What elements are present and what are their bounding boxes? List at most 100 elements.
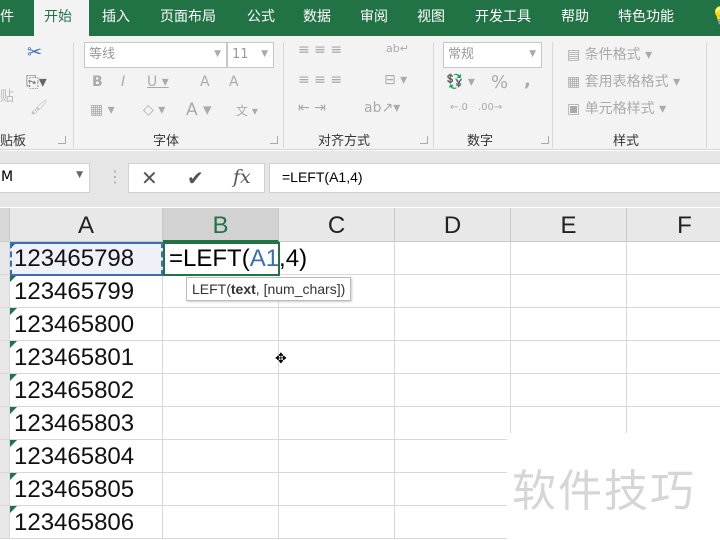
italic-button[interactable]: I — [121, 74, 125, 90]
underline-button[interactable]: U ▾ — [147, 74, 169, 90]
row-header[interactable] — [0, 374, 10, 407]
cell-a6[interactable]: 123465803 — [10, 407, 163, 440]
grid-cell[interactable] — [627, 275, 720, 308]
grid-cell[interactable] — [163, 473, 279, 506]
grid-cell[interactable] — [627, 341, 720, 374]
drag-handle-icon[interactable]: ⋮ — [107, 167, 123, 186]
indent-icon[interactable]: ⇤ ⇥ — [298, 100, 326, 116]
cancel-icon[interactable]: ✕ — [141, 166, 158, 190]
grid-cell[interactable] — [279, 308, 395, 341]
cell-a7[interactable]: 123465804 — [10, 440, 163, 473]
font-name-select[interactable]: 等线 ▼ — [84, 42, 227, 68]
enter-icon[interactable]: ✔ — [187, 166, 204, 190]
grid-cell[interactable] — [395, 275, 511, 308]
grid-cell[interactable] — [163, 308, 279, 341]
tab-file[interactable]: 件 — [0, 0, 24, 36]
dialog-launcher-icon[interactable] — [270, 136, 278, 144]
increase-decimal-icon[interactable]: ←.0 — [450, 102, 468, 113]
dialog-launcher-icon[interactable] — [58, 136, 66, 144]
phonetic-icon[interactable]: 文 ▾ — [236, 102, 258, 119]
row-header[interactable] — [0, 407, 10, 440]
number-format-select[interactable]: 常规 ▼ — [443, 42, 542, 68]
column-header-a[interactable]: A — [10, 208, 163, 242]
cell-a5[interactable]: 123465802 — [10, 374, 163, 407]
select-all[interactable] — [0, 208, 10, 242]
decrease-decimal-icon[interactable]: .00→ — [478, 102, 502, 113]
grid-cell[interactable] — [511, 374, 627, 407]
increase-font-icon[interactable]: A — [200, 74, 210, 90]
row-header[interactable] — [0, 506, 10, 539]
merge-icon[interactable]: ⊟ ▾ — [384, 72, 407, 88]
column-header-f[interactable]: F — [627, 208, 720, 242]
border-icon[interactable]: ▦ ▾ — [90, 102, 115, 118]
font-size-select[interactable]: 11 ▼ — [227, 42, 274, 68]
row-header[interactable] — [0, 308, 10, 341]
percent-button[interactable]: % — [491, 72, 508, 93]
cell-a9[interactable]: 123465806 — [10, 506, 163, 539]
copy-icon[interactable]: ⎘▾ — [26, 72, 47, 92]
grid-cell[interactable] — [279, 341, 395, 374]
align-top-icon[interactable]: ≡ ≡ ≡ — [298, 42, 342, 58]
dialog-launcher-icon[interactable] — [420, 136, 428, 144]
grid-cell[interactable] — [511, 275, 627, 308]
cell-a3[interactable]: 123465800 — [10, 308, 163, 341]
tab-review[interactable]: 审阅 — [350, 0, 398, 36]
fill-color-icon[interactable]: ◇ ▾ — [143, 102, 165, 118]
lightbulb-icon[interactable]: 💡 — [700, 0, 720, 36]
insert-function-icon[interactable]: fx — [233, 166, 251, 188]
column-header-e[interactable]: E — [511, 208, 627, 242]
orientation-icon[interactable]: ab↗▾ — [364, 100, 400, 116]
grid-cell[interactable] — [627, 308, 720, 341]
grid-cell[interactable] — [163, 506, 279, 539]
grid-cell[interactable] — [511, 308, 627, 341]
grid-cell[interactable] — [163, 440, 279, 473]
tab-help[interactable]: 帮助 — [551, 0, 599, 36]
grid-cell[interactable] — [163, 407, 279, 440]
row-header[interactable] — [0, 242, 10, 275]
tooltip-arg[interactable]: text — [231, 281, 256, 297]
grid-cell[interactable] — [163, 341, 279, 374]
grid-cell[interactable] — [395, 473, 511, 506]
tab-insert[interactable]: 插入 — [92, 0, 140, 36]
align-left-icon[interactable]: ≡ ≡ ≡ — [298, 72, 342, 88]
cut-icon[interactable]: ✂ — [27, 42, 42, 63]
row-header[interactable] — [0, 440, 10, 473]
decrease-font-icon[interactable]: A — [229, 74, 239, 90]
conditional-format-button[interactable]: ▤ 条件格式 ▾ — [567, 44, 652, 64]
grid-cell[interactable] — [395, 308, 511, 341]
grid-cell[interactable] — [395, 407, 511, 440]
grid-cell[interactable] — [395, 374, 511, 407]
comma-button[interactable]: , — [524, 70, 531, 91]
grid-cell[interactable] — [511, 341, 627, 374]
grid-cell[interactable] — [279, 407, 395, 440]
format-painter-icon[interactable]: 🖌 — [30, 100, 48, 116]
column-header-d[interactable]: D — [395, 208, 511, 242]
grid-cell[interactable] — [279, 374, 395, 407]
row-header[interactable] — [0, 275, 10, 308]
grid-cell[interactable] — [279, 440, 395, 473]
cell-a4[interactable]: 123465801 — [10, 341, 163, 374]
grid-cell[interactable] — [279, 473, 395, 506]
dialog-launcher-icon[interactable] — [541, 136, 549, 144]
grid-cell[interactable] — [627, 242, 720, 275]
tab-data[interactable]: 数据 — [293, 0, 341, 36]
tab-formulas[interactable]: 公式 — [237, 0, 285, 36]
column-header-c[interactable]: C — [279, 208, 395, 242]
grid-cell[interactable] — [395, 341, 511, 374]
grid-cell[interactable] — [395, 506, 511, 539]
active-cell-b1[interactable]: =LEFT(A1,4) — [163, 242, 307, 276]
tab-developer[interactable]: 开发工具 — [465, 0, 541, 36]
cell-styles-button[interactable]: ▣ 单元格样式 ▾ — [567, 98, 666, 118]
tab-page-layout[interactable]: 页面布局 — [150, 0, 226, 36]
row-header[interactable] — [0, 473, 10, 506]
grid-cell[interactable] — [511, 242, 627, 275]
currency-icon[interactable]: 💱 ▾ — [446, 74, 475, 90]
name-box[interactable]: M ▼ — [0, 163, 90, 193]
grid-cell[interactable] — [163, 374, 279, 407]
formula-input[interactable]: =LEFT(A1,4) — [269, 163, 720, 193]
tab-special[interactable]: 特色功能 — [608, 0, 684, 36]
grid-cell[interactable] — [279, 506, 395, 539]
column-header-b[interactable]: B — [163, 208, 279, 242]
row-header[interactable] — [0, 341, 10, 374]
grid-cell[interactable] — [627, 374, 720, 407]
